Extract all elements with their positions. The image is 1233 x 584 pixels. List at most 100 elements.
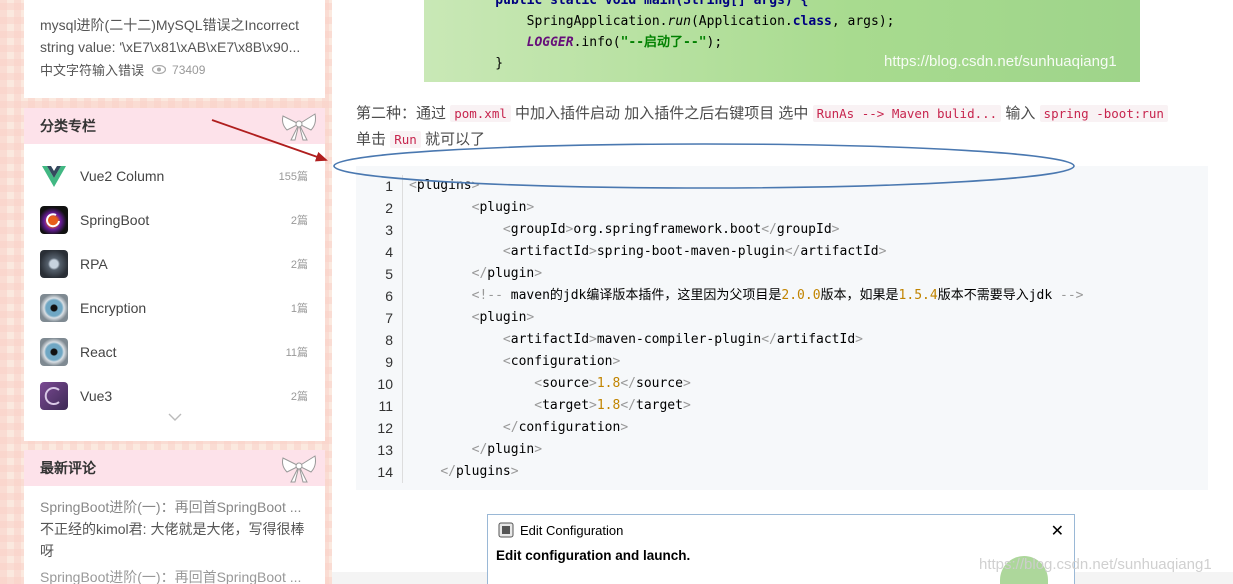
line-number: 11	[356, 395, 403, 417]
category-item-springboot[interactable]: SpringBoot 2篇	[24, 198, 325, 242]
code-line: </plugin>	[471, 266, 543, 281]
dialog-title-bar: Edit Configuration ✕	[488, 515, 1074, 545]
category-count: 11篇	[285, 347, 308, 359]
vue-logo-icon	[40, 162, 68, 190]
code-row: 4 <artifactId>spring-boot-maven-plugin</…	[356, 241, 1208, 263]
line-number: 3	[356, 219, 403, 241]
eye-icon	[152, 65, 167, 74]
line-number: 2	[356, 197, 403, 219]
line-number: 6	[356, 285, 403, 307]
code-line: <target>1.8</target>	[534, 398, 691, 413]
inline-code: Run	[390, 131, 421, 148]
watermark-text: https://blog.csdn.net/sunhuaqiang1	[979, 556, 1212, 573]
code-row: 7 <plugin>	[356, 307, 1208, 329]
category-header: 分类专栏	[24, 108, 325, 144]
paragraph-text: 中加入插件启动 加入插件之后右键项目 选中	[515, 105, 809, 122]
category-label: Encryption	[80, 300, 147, 316]
category-label: React	[80, 344, 117, 360]
inline-code: RunAs --> Maven bulid...	[812, 105, 1002, 122]
line-number: 4	[356, 241, 403, 263]
code-row: 6 <!-- maven的jdk编译版本插件，这里因为父项目是2.0.0版本，如…	[356, 285, 1208, 307]
code-line: public static void main(String[] args) {	[464, 0, 809, 8]
line-number: 12	[356, 417, 403, 439]
paragraph-text: 单击	[356, 131, 387, 148]
code-line: <plugin>	[471, 310, 535, 325]
comment-article-link[interactable]: SpringBoot进阶(一)：再回首SpringBoot ...	[40, 566, 310, 584]
vue3-thumb-icon	[40, 382, 68, 410]
comment-text[interactable]: 不正经的kimol君: 大佬就是大佬，写得很棒呀	[40, 518, 312, 562]
line-number: 5	[356, 263, 403, 285]
close-icon[interactable]: ✕	[1051, 521, 1064, 541]
code-line: <artifactId>maven-compiler-plugin</artif…	[502, 332, 863, 347]
eye-thumb-icon	[40, 338, 68, 366]
category-label: SpringBoot	[80, 212, 150, 228]
code-row: 10 <source>1.8</source>	[356, 373, 1208, 395]
watermark-text: https://blog.csdn.net/sunhuaqiang1	[884, 53, 1117, 70]
code-row: 14 </plugins>	[356, 461, 1208, 483]
article-title-line2[interactable]: string value: '\xE7\x81\xAB\xE7\x8B\x90.…	[40, 36, 312, 58]
comment-list: SpringBoot进阶(一)：再回首SpringBoot ... 不正经的ki…	[24, 486, 325, 584]
category-count: 2篇	[290, 391, 308, 403]
article-subtitle[interactable]: 中文字符输入错误	[40, 60, 144, 79]
code-row: 12 </configuration>	[356, 417, 1208, 439]
category-card: 分类专栏 Vue2 Column 155篇 SpringBoot 2篇 RPA	[24, 108, 325, 441]
code-line: </plugin>	[471, 442, 543, 457]
code-block[interactable]: 1 <plugins> 2 <plugin> 3 <groupId>org.spr…	[356, 166, 1208, 490]
latest-comments-card: 最新评论 SpringBoot进阶(一)：再回首SpringBoot ... 不…	[24, 450, 325, 584]
popular-article-link[interactable]: mysql进阶(二十二)MySQL错误之Incorrect string val…	[40, 14, 312, 58]
bow-icon	[282, 455, 316, 483]
category-item-rpa[interactable]: RPA 2篇	[24, 242, 325, 286]
code-line: </configuration>	[502, 420, 629, 435]
category-label: Vue3	[80, 388, 113, 404]
category-item-encryption[interactable]: Encryption 1篇	[24, 286, 325, 330]
comments-header: 最新评论	[24, 450, 325, 486]
line-number: 8	[356, 329, 403, 351]
rpa-thumb-icon	[40, 250, 68, 278]
category-item-vue2[interactable]: Vue2 Column 155篇	[24, 154, 325, 198]
code-row: 2 <plugin>	[356, 197, 1208, 219]
line-number: 7	[356, 307, 403, 329]
category-title: 分类专栏	[40, 118, 96, 134]
inline-code: pom.xml	[450, 105, 511, 122]
category-item-react[interactable]: React 11篇	[24, 330, 325, 374]
category-count: 2篇	[290, 259, 308, 271]
category-count: 2篇	[290, 215, 308, 227]
code-row: 5 </plugin>	[356, 263, 1208, 285]
category-list: Vue2 Column 155篇 SpringBoot 2篇 RPA 2篇 En…	[24, 144, 325, 418]
app-icon	[498, 522, 514, 538]
dialog-title: Edit Configuration	[520, 522, 624, 538]
code-line: <configuration>	[502, 354, 621, 369]
category-label: RPA	[80, 256, 108, 272]
article-meta: 中文字符输入错误 73409	[40, 60, 309, 79]
article-title-line1[interactable]: mysql进阶(二十二)MySQL错误之Incorrect	[40, 14, 312, 36]
article-paragraph: 第二种：通过 pom.xml 中加入插件启动 加入插件之后右键项目 选中 Run…	[356, 101, 1216, 153]
code-line: <plugin>	[471, 200, 535, 215]
line-number: 9	[356, 351, 403, 373]
springboot-thumb-icon	[40, 206, 68, 234]
popular-article-card: mysql进阶(二十二)MySQL错误之Incorrect string val…	[24, 0, 325, 98]
comment-article-link[interactable]: SpringBoot进阶(一)：再回首SpringBoot ...	[40, 496, 310, 518]
code-line: <artifactId>spring-boot-maven-plugin</ar…	[502, 244, 887, 259]
code-screenshot-image: public static void main(String[] args) {…	[424, 0, 1140, 82]
line-number: 1	[356, 175, 403, 197]
view-count: 73409	[172, 62, 206, 77]
code-line: </plugins>	[440, 464, 519, 479]
inline-code: spring -boot:run	[1039, 105, 1168, 122]
code-screenshot-text: public static void main(String[] args) {…	[464, 0, 894, 74]
line-number: 10	[356, 373, 403, 395]
code-row: 1 <plugins>	[356, 175, 1208, 197]
code-row: 9 <configuration>	[356, 351, 1208, 373]
code-row: 11 <target>1.8</target>	[356, 395, 1208, 417]
code-line: <groupId>org.springframework.boot</group…	[502, 222, 840, 237]
code-row: 13 </plugin>	[356, 439, 1208, 461]
paragraph-text: 就可以了	[424, 131, 485, 148]
edit-configuration-dialog: Edit Configuration ✕ Edit configuration …	[487, 514, 1075, 584]
expand-categories-button[interactable]	[24, 408, 325, 426]
paragraph-text: 输入	[1005, 105, 1036, 122]
chevron-down-icon	[168, 413, 181, 421]
comments-title: 最新评论	[40, 460, 96, 476]
article-content: public static void main(String[] args) {…	[332, 0, 1233, 584]
eye-thumb-icon	[40, 294, 68, 322]
category-count: 1篇	[290, 303, 308, 315]
category-count: 155篇	[278, 171, 308, 183]
